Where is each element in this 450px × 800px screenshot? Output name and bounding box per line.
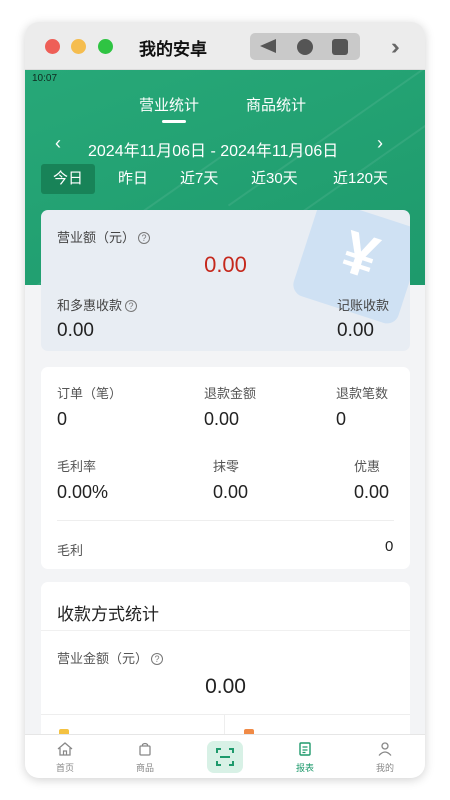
nav-label-home: 首页 — [55, 763, 74, 773]
tab-business-stats[interactable]: 营业统计 — [139, 94, 199, 115]
android-controls — [250, 33, 360, 60]
payment-stats-title: 收款方式统计 — [57, 605, 159, 624]
nav-label-reports: 报表 — [295, 763, 314, 773]
revenue-value: 0.00 — [204, 252, 247, 277]
revenue-summary-card: ¥ 营业额（元）? 0.00 和多惠收款? 0.00 记账收款 0.00 — [41, 210, 410, 351]
refund-count-label: 退款笔数 — [336, 386, 389, 401]
nav-item-mine[interactable]: 我的 — [345, 735, 425, 778]
recent-apps-icon[interactable] — [332, 39, 348, 55]
maximize-window-button[interactable] — [98, 39, 113, 54]
discount-label: 优惠 — [354, 459, 381, 474]
payment-title-divider — [41, 630, 410, 631]
range-30days[interactable]: 近30天 — [239, 164, 310, 194]
minimize-window-button[interactable] — [71, 39, 86, 54]
active-tab-indicator — [162, 120, 186, 123]
prev-date-icon[interactable]: ‹ — [55, 133, 61, 154]
user-icon — [378, 742, 392, 756]
bag-icon — [139, 742, 151, 756]
range-120days[interactable]: 近120天 — [321, 164, 400, 194]
window-title: 我的安卓 — [139, 40, 207, 59]
nav-item-products[interactable]: 商品 — [105, 735, 185, 778]
margin-rate-value: 0.00% — [57, 482, 109, 502]
back-icon[interactable] — [260, 39, 276, 53]
nav-item-home[interactable]: 首页 — [25, 735, 105, 778]
close-window-button[interactable] — [45, 39, 60, 54]
payment-amount-label: 营业金额（元）? — [57, 648, 164, 667]
chevrons-right-icon[interactable]: ›› — [391, 34, 399, 60]
gross-profit-value: 0 — [385, 538, 394, 555]
range-today[interactable]: 今日 — [41, 164, 96, 194]
hdh-collection-value: 0.00 — [57, 320, 94, 341]
nav-label-mine: 我的 — [375, 763, 394, 773]
home-icon — [57, 742, 73, 756]
range-7days[interactable]: 近7天 — [168, 164, 230, 194]
discount-value: 0.00 — [354, 482, 390, 502]
hdh-collection-label: 和多惠收款? — [57, 295, 138, 314]
orders-value: 0 — [57, 409, 68, 429]
date-range-text[interactable]: 2024年11月06日 - 2024年11月06日 — [88, 137, 338, 161]
nav-item-scan[interactable] — [185, 735, 265, 778]
revenue-label: 营业额（元）? — [57, 227, 151, 246]
payment-amount-value: 0.00 — [205, 675, 246, 698]
help-icon[interactable]: ? — [125, 300, 138, 312]
ledger-collection-label: 记账收款 — [337, 298, 390, 313]
rounding-value: 0.00 — [213, 482, 249, 502]
tab-product-stats[interactable]: 商品统计 — [246, 94, 306, 115]
order-stats-card: 订单（笔） 0 退款金额 0.00 退款笔数 0 毛利率 0.00% 抹零 0.… — [41, 367, 410, 569]
nav-item-reports[interactable]: 报表 — [265, 735, 345, 778]
scan-button[interactable] — [207, 741, 243, 773]
ledger-collection-value: 0.00 — [337, 320, 374, 341]
help-icon[interactable]: ? — [138, 232, 151, 244]
next-date-icon[interactable]: › — [377, 133, 383, 154]
rounding-label: 抹零 — [213, 459, 240, 474]
date-range-row: ‹ 2024年11月06日 - 2024年11月06日 › — [25, 130, 425, 160]
stats-divider — [57, 520, 394, 521]
nav-label-products: 商品 — [135, 763, 154, 773]
window-titlebar: 我的安卓 ›› — [25, 22, 425, 70]
scan-icon — [216, 748, 234, 766]
report-icon — [299, 742, 311, 756]
app-window: 我的安卓 ›› 10:07 营业统计 商品统计 ‹ 2024年11月06日 - … — [25, 22, 425, 778]
help-icon[interactable]: ? — [151, 653, 164, 665]
refund-amount-value: 0.00 — [204, 409, 240, 429]
status-time: 10:07 — [32, 73, 58, 84]
orders-label: 订单（笔） — [57, 386, 123, 401]
payment-grid-divider — [41, 714, 410, 715]
gross-profit-label: 毛利 — [57, 543, 84, 558]
margin-rate-label: 毛利率 — [57, 459, 97, 474]
range-yesterday[interactable]: 昨日 — [106, 164, 160, 194]
refund-amount-label: 退款金额 — [204, 386, 257, 401]
home-circle-icon[interactable] — [297, 39, 313, 55]
refund-count-value: 0 — [336, 409, 347, 429]
bottom-nav: 首页 商品 报表 我的 — [25, 734, 425, 778]
